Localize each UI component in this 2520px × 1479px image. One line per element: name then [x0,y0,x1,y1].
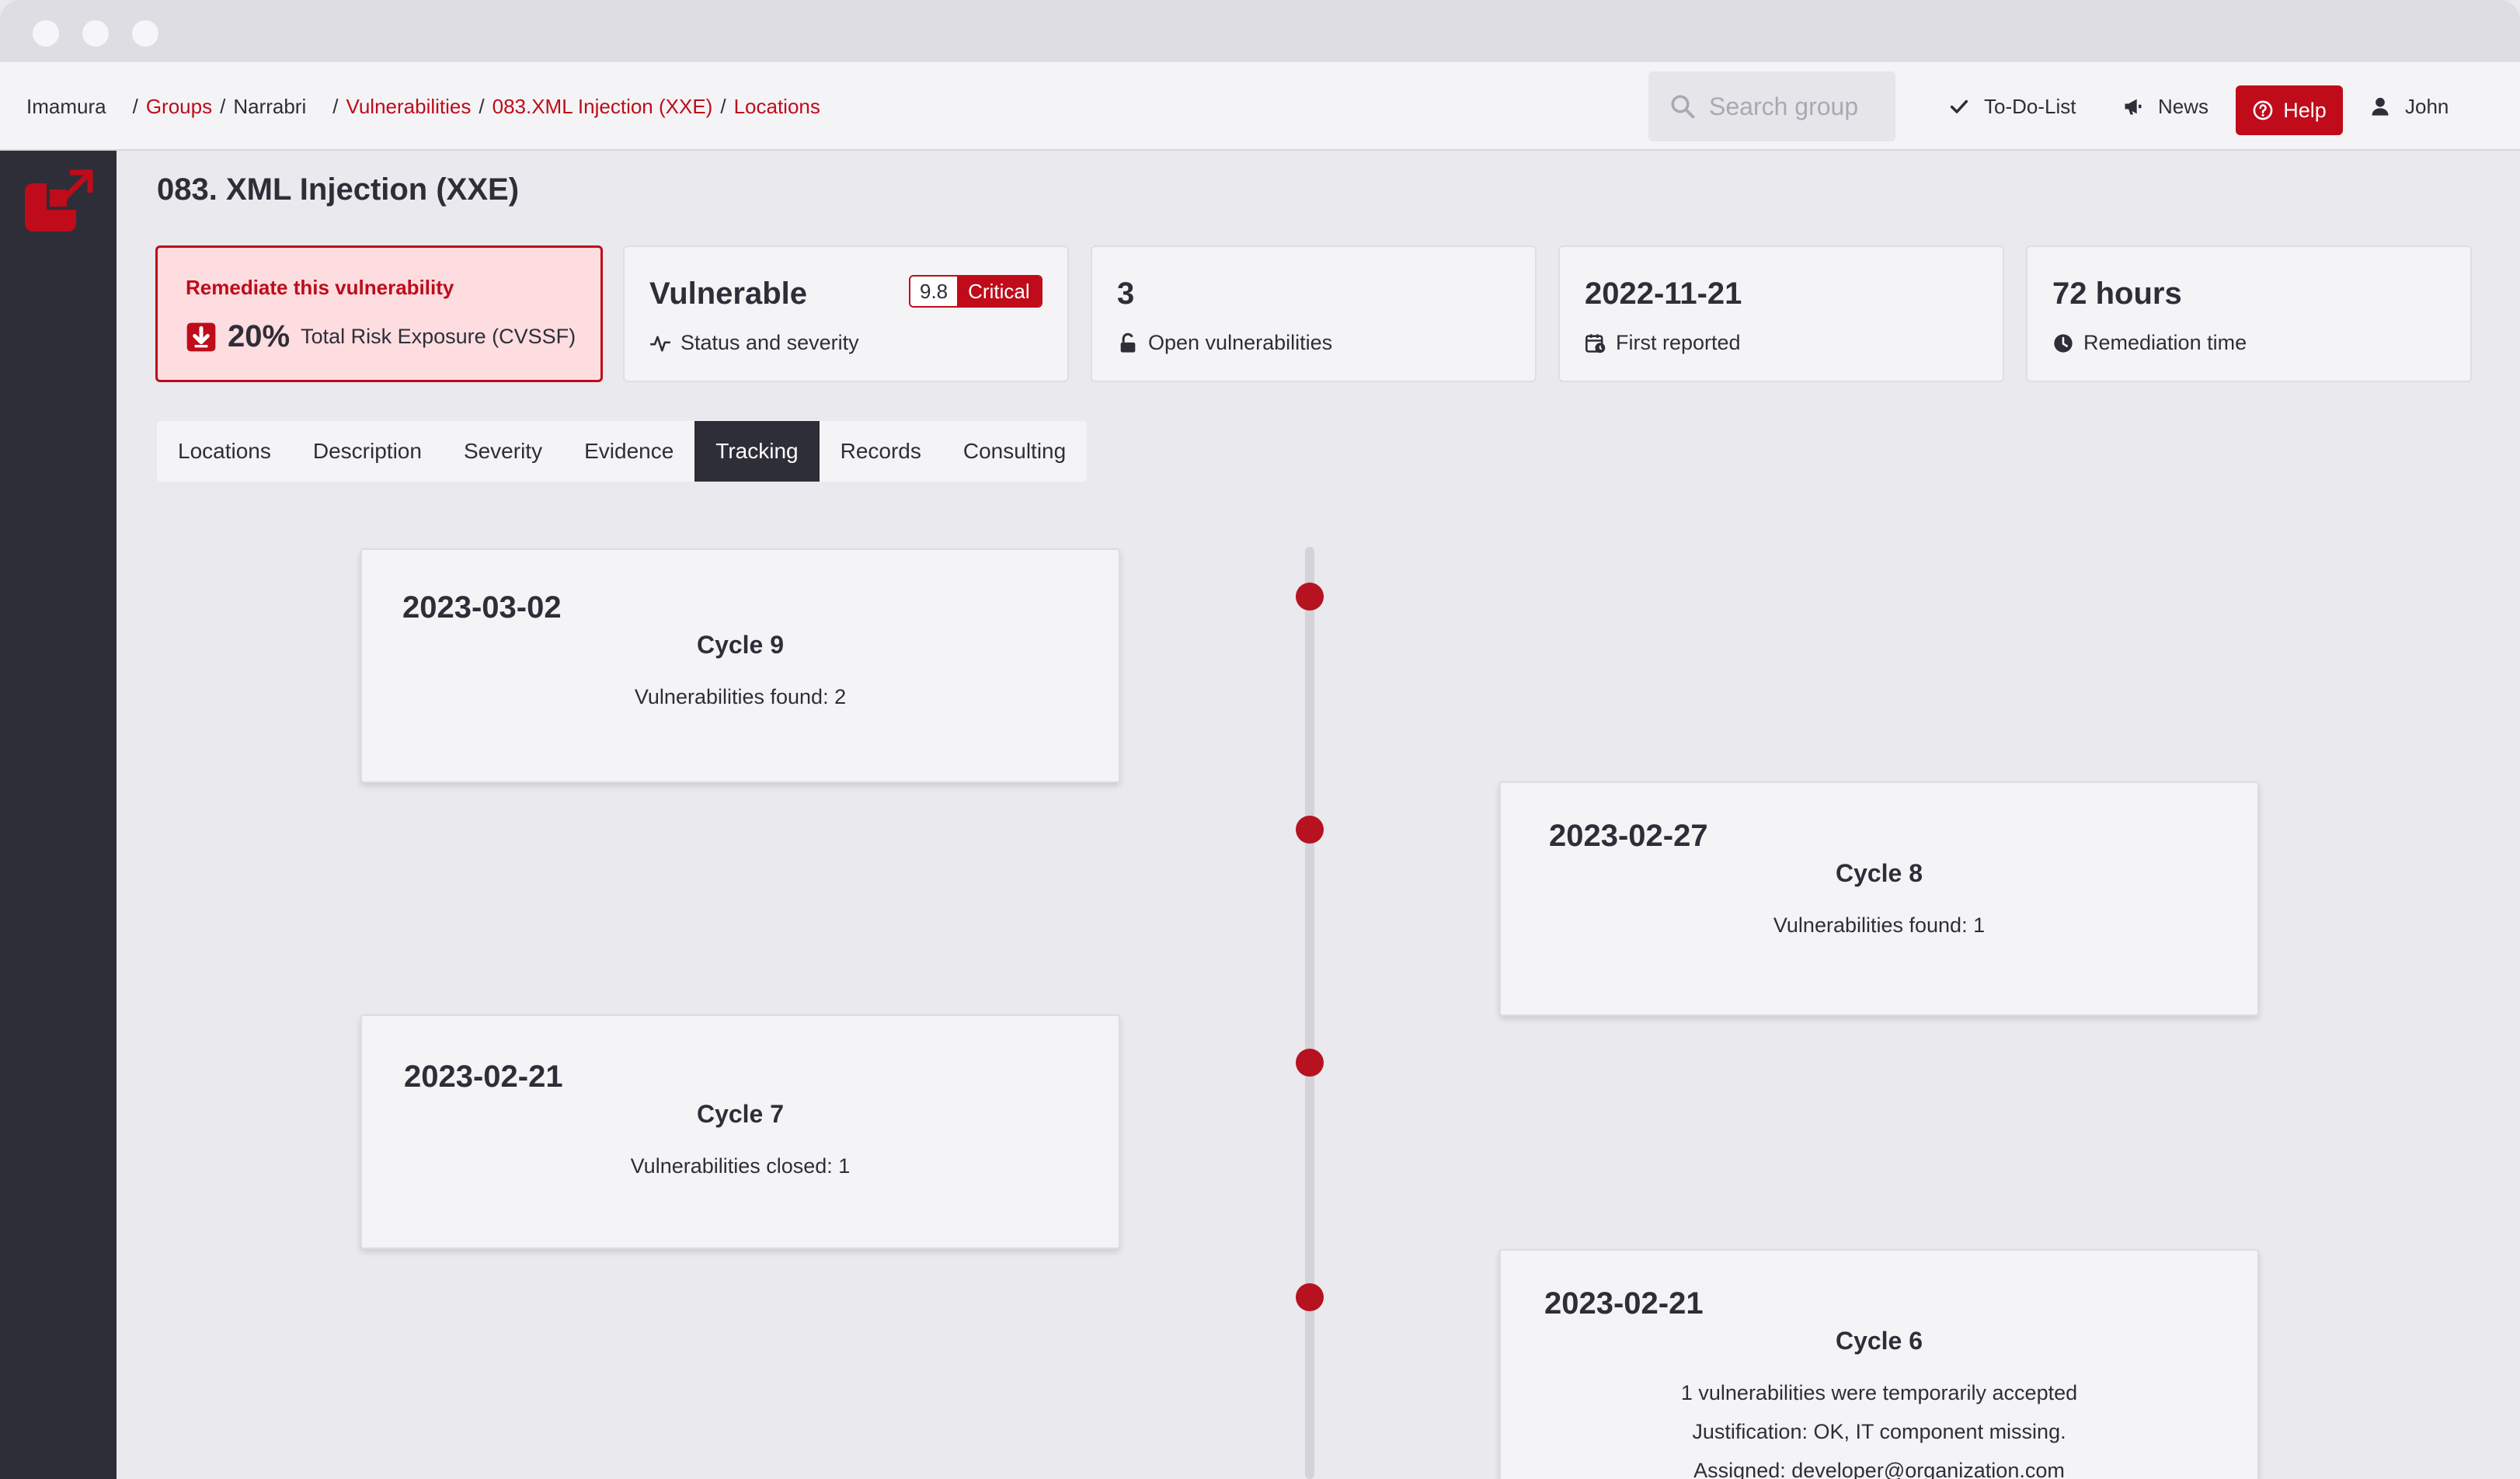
timeline-detail: 1 vulnerabilities were temporarily accep… [1680,1381,2078,1404]
finding-tabs: Locations Description Severity Evidence … [157,421,1088,482]
page-title: 083. XML Injection (XXE) [157,172,520,207]
search-icon [1671,95,1695,119]
severity-badge: 9.8 Critical [909,275,1042,308]
timeline-marker [1296,1049,1324,1077]
first-reported-label: First reported [1616,331,1741,354]
open-vulnerabilities-card: 3 Open vulnerabilities [1091,245,1537,382]
breadcrumb-finding[interactable]: 083.XML Injection (XXE) [493,95,713,119]
remediate-title: Remediate this vulnerability [186,276,454,299]
timeline-date: 2023-03-02 [402,590,562,625]
user-icon [2372,97,2389,116]
remediate-card[interactable]: Remediate this vulnerability 20% Total R… [155,245,603,382]
help-button[interactable]: Help [2236,85,2343,135]
question-circle-icon [2253,100,2273,120]
timeline-marker [1296,583,1324,611]
open-vulnerabilities-value: 3 [1117,277,1135,311]
help-label: Help [2283,98,2327,122]
news-label: News [2158,94,2209,118]
timeline-date: 2023-02-21 [404,1060,563,1094]
check-icon [1950,99,1968,113]
window-minimize-control[interactable] [82,20,109,47]
breadcrumb-group[interactable]: Narrabri [233,95,306,119]
first-reported-value: 2022-11-21 [1585,277,1742,311]
search-placeholder: Search group [1709,92,1859,120]
tab-description[interactable]: Description [292,421,443,482]
severity-score: 9.8 [910,277,958,306]
timeline-detail: Justification: OK, IT component missing. [1692,1420,2066,1443]
timeline-marker [1296,1283,1324,1311]
timeline-cycle: Cycle 6 [1835,1327,1923,1355]
timeline-cycle: Cycle 7 [696,1100,785,1128]
user-menu-button[interactable]: John [2369,62,2449,151]
window-titlebar [0,0,2520,62]
app-logo[interactable] [23,169,93,233]
tab-tracking[interactable]: Tracking [694,421,820,482]
status-card: Vulnerable 9.8 Critical Status and sever… [623,245,1069,382]
remediation-time-value: 72 hours [2052,277,2182,311]
timeline-detail: Vulnerabilities found: 1 [1773,914,1986,937]
tab-severity[interactable]: Severity [443,421,563,482]
top-navigation-bar: Imamura / Groups / Narrabri / Vulnerabil… [0,62,2520,151]
user-name: John [2405,94,2449,118]
timeline-marker [1296,816,1324,844]
breadcrumb-org[interactable]: Imamura [26,95,106,119]
status-value: Vulnerable [649,277,808,311]
remediation-time-card: 72 hours Remediation time [2026,245,2472,382]
risk-exposure-value: 20% [228,319,291,353]
sidebar [0,151,117,1479]
todo-list-button[interactable]: To-Do-List [1948,62,2076,151]
todo-list-label: To-Do-List [1984,94,2076,118]
tab-consulting[interactable]: Consulting [942,421,1087,482]
timeline-card: 2023-03-02 Cycle 9 Vulnerabilities found… [360,548,1120,783]
timeline-card: 2023-02-21 Cycle 7 Vulnerabilities close… [360,1014,1120,1249]
news-button[interactable]: News [2122,62,2208,151]
timeline-cycle: Cycle 8 [1835,859,1923,887]
window-maximize-control[interactable] [132,20,158,47]
risk-exposure-label: Total Risk Exposure (CVSSF) [301,325,576,348]
breadcrumb: Imamura / Groups / Narrabri / Vulnerabil… [26,94,820,119]
timeline-date: 2023-02-27 [1549,819,1708,853]
timeline-card: 2023-02-27 Cycle 8 Vulnerabilities found… [1499,781,2259,1016]
search-input[interactable]: Search group [1648,71,1895,141]
calendar-clock-icon [1585,333,1606,353]
arrow-down-square-icon [186,322,216,351]
remediation-time-label: Remediation time [2083,331,2247,354]
tab-records[interactable]: Records [820,421,942,482]
window-close-control[interactable] [33,20,59,47]
breadcrumb-locations[interactable]: Locations [734,95,820,119]
tab-locations[interactable]: Locations [157,421,292,482]
unlock-icon [1120,332,1136,353]
timeline-detail: Assigned: developer@organization.com [1693,1459,2065,1479]
timeline-detail: Vulnerabilities found: 2 [634,685,847,708]
timeline-cycle: Cycle 9 [696,631,785,659]
status-label: Status and severity [680,331,859,354]
megaphone-icon [2125,99,2142,115]
timeline-detail: Vulnerabilities closed: 1 [630,1154,851,1178]
severity-level: Critical [957,277,1041,306]
open-vulnerabilities-label: Open vulnerabilities [1148,331,1333,354]
pulse-icon [650,336,670,352]
timeline-axis [1305,547,1314,1479]
breadcrumb-groups[interactable]: Groups [146,95,212,119]
timeline-card: 2023-02-21 Cycle 6 1 vulnerabilities wer… [1499,1249,2259,1479]
first-reported-card: 2022-11-21 First reported [1558,245,2004,382]
clock-icon [2054,333,2073,353]
timeline-date: 2023-02-21 [1544,1286,1704,1321]
breadcrumb-vulnerabilities[interactable]: Vulnerabilities [346,95,471,119]
tab-evidence[interactable]: Evidence [563,421,694,482]
